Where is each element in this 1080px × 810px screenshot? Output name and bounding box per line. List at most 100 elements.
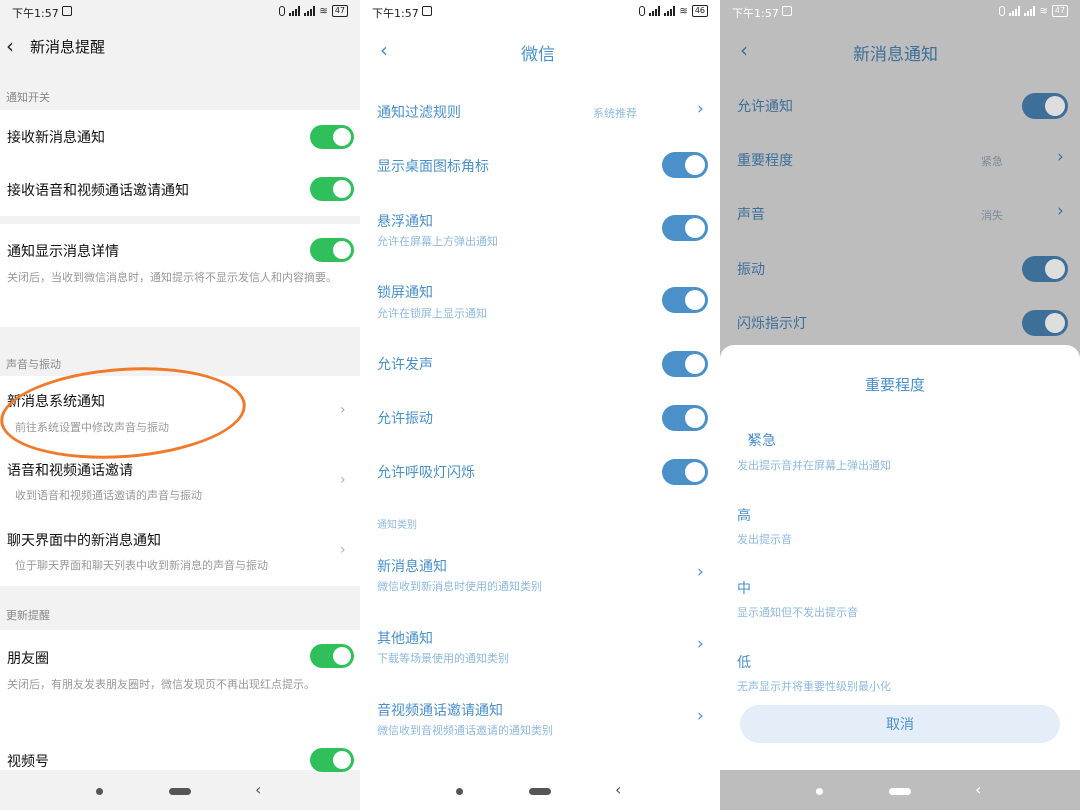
option-urgent[interactable]: 紧急 › 发出提示音并在屏幕上弹出通知 (720, 425, 1080, 475)
sound-value: 消失 (981, 209, 1003, 222)
importance-row[interactable]: 重要程度 紧急 › (720, 140, 1080, 180)
moments-toggle[interactable] (310, 644, 354, 668)
wifi-icon: ≋ (1039, 5, 1048, 17)
status-icons: ≋ 47 (999, 5, 1068, 17)
option-high[interactable]: 高 发出提示音 (720, 500, 1080, 550)
vibrate-toggle[interactable] (1022, 256, 1068, 282)
lock-toggle[interactable] (662, 287, 708, 313)
signal-icon-2 (664, 6, 676, 16)
detail-card: 通知显示消息详情 关闭后，当收到微信消息时，通知提示将不显示发信人和内容摘要。 (0, 224, 360, 327)
bluetooth-icon (279, 6, 286, 16)
option-high-desc: 发出提示音 (737, 533, 792, 546)
other-row[interactable]: 其他通知 下载等场景使用的通知类别 › (360, 620, 720, 680)
section-label-category: 通知类别 (377, 520, 417, 531)
page-title: 微信 (521, 45, 555, 65)
vibrate-label: 允许振动 (377, 411, 433, 427)
status-time: 下午1:57 (12, 7, 59, 20)
notification-icon (422, 6, 432, 16)
moments-desc: 关闭后，有朋友发表朋友圈时，微信发现页不再出现红点提示。 (7, 678, 315, 691)
battery-icon: 46 (691, 5, 708, 17)
allow-toggle[interactable] (1022, 93, 1068, 119)
sound-label: 允许发声 (377, 357, 433, 373)
option-high-label: 高 (737, 508, 751, 524)
float-toggle[interactable] (662, 215, 708, 241)
signal-icon (1009, 6, 1021, 16)
vibrate-toggle[interactable] (662, 405, 708, 431)
chevron-right-icon: › (340, 402, 346, 418)
importance-sheet: 重要程度 紧急 › 发出提示音并在屏幕上弹出通知 高 发出提示音 中 显示通知但… (720, 345, 1080, 770)
importance-label: 重要程度 (737, 153, 793, 169)
page-title: 新消息通知 (853, 45, 938, 65)
nav-home-dot-icon[interactable] (816, 788, 823, 795)
header: ‹ 新消息提醒 (0, 24, 360, 68)
option-medium[interactable]: 中 显示通知但不发出提示音 (720, 573, 1080, 623)
nav-home-dot-icon[interactable] (456, 788, 463, 795)
cancel-button[interactable]: 取消 (740, 705, 1060, 743)
bluetooth-icon (639, 6, 646, 16)
signal-icon-2 (1024, 6, 1036, 16)
badge-label: 显示桌面图标角标 (377, 159, 489, 175)
led-label: 闪烁指示灯 (737, 316, 807, 332)
other-label: 其他通知 (377, 631, 433, 647)
back-arrow-icon[interactable]: ‹ (740, 38, 748, 62)
nav-recents-icon[interactable] (529, 788, 551, 795)
filter-rule-row[interactable]: 通知过滤规则 系统推荐 › (360, 90, 720, 134)
back-arrow-icon[interactable]: ‹ (6, 34, 14, 58)
status-icons: ≋ 46 (639, 5, 708, 17)
system-nav-bar: ‹ (720, 770, 1080, 810)
nav-recents-icon[interactable] (889, 788, 911, 795)
show-detail-toggle[interactable] (310, 238, 354, 262)
nav-home-dot-icon[interactable] (96, 788, 103, 795)
signal-icon (289, 6, 301, 16)
av-call-label: 音视频通话邀请通知 (377, 703, 503, 719)
badge-toggle[interactable] (662, 152, 708, 178)
led-toggle[interactable] (1022, 310, 1068, 336)
receive-call-toggle[interactable] (310, 177, 354, 201)
sound-row[interactable]: 声音 消失 › (720, 194, 1080, 234)
av-call-row[interactable]: 音视频通话邀请通知 微信收到音视频通话邀请的通知类别 › (360, 692, 720, 752)
other-desc: 下载等场景使用的通知类别 (377, 652, 509, 665)
status-time: 下午1:57 (372, 7, 419, 20)
receive-new-toggle[interactable] (310, 125, 354, 149)
nav-back-icon[interactable]: ‹ (255, 780, 261, 799)
channels-toggle[interactable] (310, 748, 354, 772)
status-bar: 下午1:57 ≋ 46 (360, 0, 720, 24)
breath-toggle[interactable] (662, 459, 708, 485)
filter-rule-value: 系统推荐 (593, 107, 637, 120)
notify-card: 接收新消息通知 接收语音和视频通话邀请通知 (0, 110, 360, 216)
status-icons: ≋ 47 (279, 5, 348, 17)
bluetooth-icon (999, 6, 1006, 16)
notification-icon (782, 6, 792, 16)
sound-toggle[interactable] (662, 351, 708, 377)
sheet-title: 重要程度 (865, 376, 926, 394)
selected-chevron-icon: › (747, 427, 754, 447)
nav-back-icon[interactable]: ‹ (615, 780, 621, 799)
option-low-label: 低 (737, 655, 751, 671)
option-urgent-desc: 发出提示音并在屏幕上弹出通知 (737, 459, 891, 472)
channels-label: 视频号 (7, 754, 49, 770)
chevron-right-icon: › (1057, 201, 1064, 221)
float-desc: 允许在屏幕上方弹出通知 (377, 235, 498, 248)
vibrate-label: 振动 (737, 262, 765, 278)
call-invite-desc: 收到语音和视频通话邀请的声音与振动 (15, 489, 202, 502)
moments-label: 朋友圈 (7, 651, 49, 667)
lock-desc: 允许在锁屏上显示通知 (377, 307, 487, 320)
option-medium-desc: 显示通知但不发出提示音 (737, 606, 858, 619)
option-low[interactable]: 低 无声显示并将重要性级别最小化 (720, 647, 1080, 697)
option-low-desc: 无声显示并将重要性级别最小化 (737, 680, 891, 693)
nav-back-icon[interactable]: ‹ (975, 780, 981, 799)
breath-label: 允许呼吸灯闪烁 (377, 465, 475, 481)
receive-call-label: 接收语音和视频通话邀请通知 (7, 183, 189, 199)
new-msg-row[interactable]: 新消息通知 微信收到新消息时使用的通知类别 › (360, 548, 720, 608)
panel-importance-dialog: 下午1:57 ≋ 47 ‹ 新消息通知 允许通知 重要程度 紧急 › 声音 消失… (720, 0, 1080, 810)
battery-icon: 47 (331, 5, 348, 17)
panel-new-message-reminder: 下午1:57 ≋ 47 ‹ 新消息提醒 通知开关 接收新消息通知 接收语音和视频… (0, 0, 360, 810)
filter-rule-label: 通知过滤规则 (377, 105, 461, 121)
nav-recents-icon[interactable] (169, 788, 191, 795)
back-arrow-icon[interactable]: ‹ (380, 38, 388, 62)
lock-label: 锁屏通知 (377, 285, 433, 301)
wifi-icon: ≋ (319, 5, 328, 17)
new-msg-label: 新消息通知 (377, 559, 447, 575)
call-invite-row[interactable]: 语音和视频通话邀请 收到语音和视频通话邀请的声音与振动 › (0, 446, 360, 516)
chat-notify-row[interactable]: 聊天界面中的新消息通知 位于聊天界面和聊天列表中收到新消息的声音与振动 › (0, 516, 360, 586)
